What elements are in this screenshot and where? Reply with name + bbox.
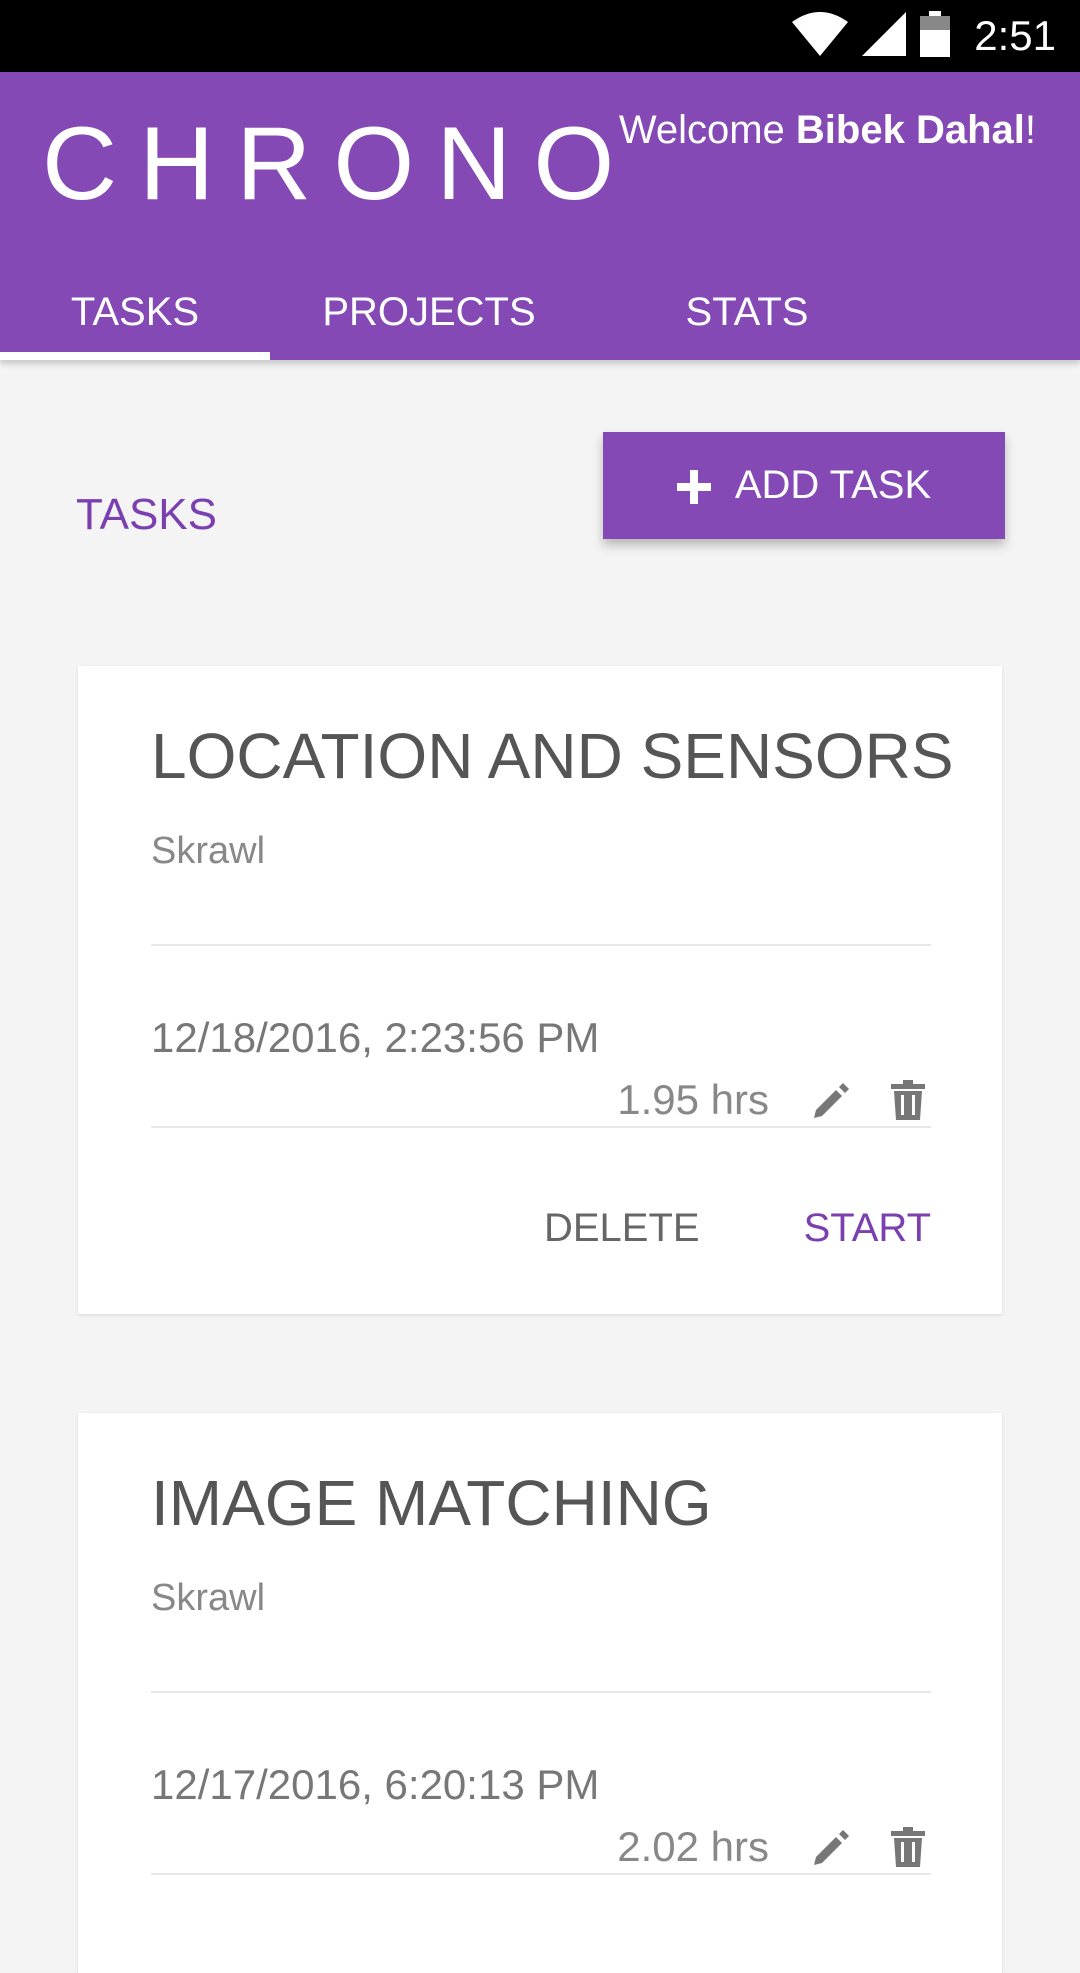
tab-projects[interactable]: PROJECTS xyxy=(270,264,588,360)
trash-icon[interactable] xyxy=(885,1077,931,1123)
signal-icon xyxy=(862,11,907,61)
status-bar: 2:51 xyxy=(0,0,1080,72)
task-title: IMAGE MATCHING xyxy=(151,1467,712,1539)
task-project: Skrawl xyxy=(151,1577,266,1619)
plus-icon xyxy=(676,459,711,513)
welcome-prefix: Welcome xyxy=(618,108,796,152)
tab-bar: TASKS PROJECTS STATS xyxy=(0,264,1080,360)
tab-stats-label: STATS xyxy=(685,289,809,334)
edit-pencil-icon[interactable] xyxy=(809,1077,855,1123)
status-icons: 2:51 xyxy=(792,0,1056,72)
task-actions: DELETE START xyxy=(544,1206,931,1251)
app-brand: CHRONO xyxy=(42,106,637,222)
add-task-button[interactable]: ADD TASK xyxy=(603,432,1005,539)
delete-button[interactable]: DELETE xyxy=(544,1206,700,1251)
edit-pencil-icon[interactable] xyxy=(809,1824,855,1870)
divider xyxy=(151,1691,931,1693)
task-duration: 2.02 hrs xyxy=(617,1823,769,1870)
trash-icon[interactable] xyxy=(885,1824,931,1870)
welcome-suffix: ! xyxy=(1024,108,1036,152)
tab-projects-label: PROJECTS xyxy=(322,289,536,334)
start-button[interactable]: START xyxy=(804,1206,931,1251)
task-duration-row: 2.02 hrs xyxy=(617,1817,931,1877)
task-timestamp: 12/18/2016, 2:23:56 PM xyxy=(151,1014,600,1061)
wifi-icon xyxy=(792,11,849,61)
task-card: LOCATION AND SENSORS Skrawl 12/18/2016, … xyxy=(78,666,1002,1314)
task-duration-row: 1.95 hrs xyxy=(617,1070,931,1130)
divider xyxy=(151,1126,931,1128)
divider xyxy=(151,944,931,946)
tab-tasks-label: TASKS xyxy=(70,289,200,334)
app-header: CHRONO Welcome Bibek Dahal! TASKS PROJEC… xyxy=(0,72,1080,360)
tab-stats[interactable]: STATS xyxy=(588,264,906,360)
tab-tasks[interactable]: TASKS xyxy=(0,264,270,360)
task-card: IMAGE MATCHING Skrawl 12/17/2016, 6:20:1… xyxy=(78,1413,1002,1973)
add-task-label: ADD TASK xyxy=(734,463,932,507)
welcome-message: Welcome Bibek Dahal! xyxy=(619,100,1036,160)
divider xyxy=(151,1873,931,1875)
battery-icon xyxy=(920,10,951,62)
task-duration: 1.95 hrs xyxy=(617,1076,769,1123)
task-title: LOCATION AND SENSORS xyxy=(151,720,954,792)
user-name: Bibek Dahal xyxy=(795,108,1025,152)
section-title: TASKS xyxy=(76,490,218,539)
status-time: 2:51 xyxy=(974,12,1056,59)
task-timestamp: 12/17/2016, 6:20:13 PM xyxy=(151,1761,600,1808)
task-project: Skrawl xyxy=(151,830,266,872)
